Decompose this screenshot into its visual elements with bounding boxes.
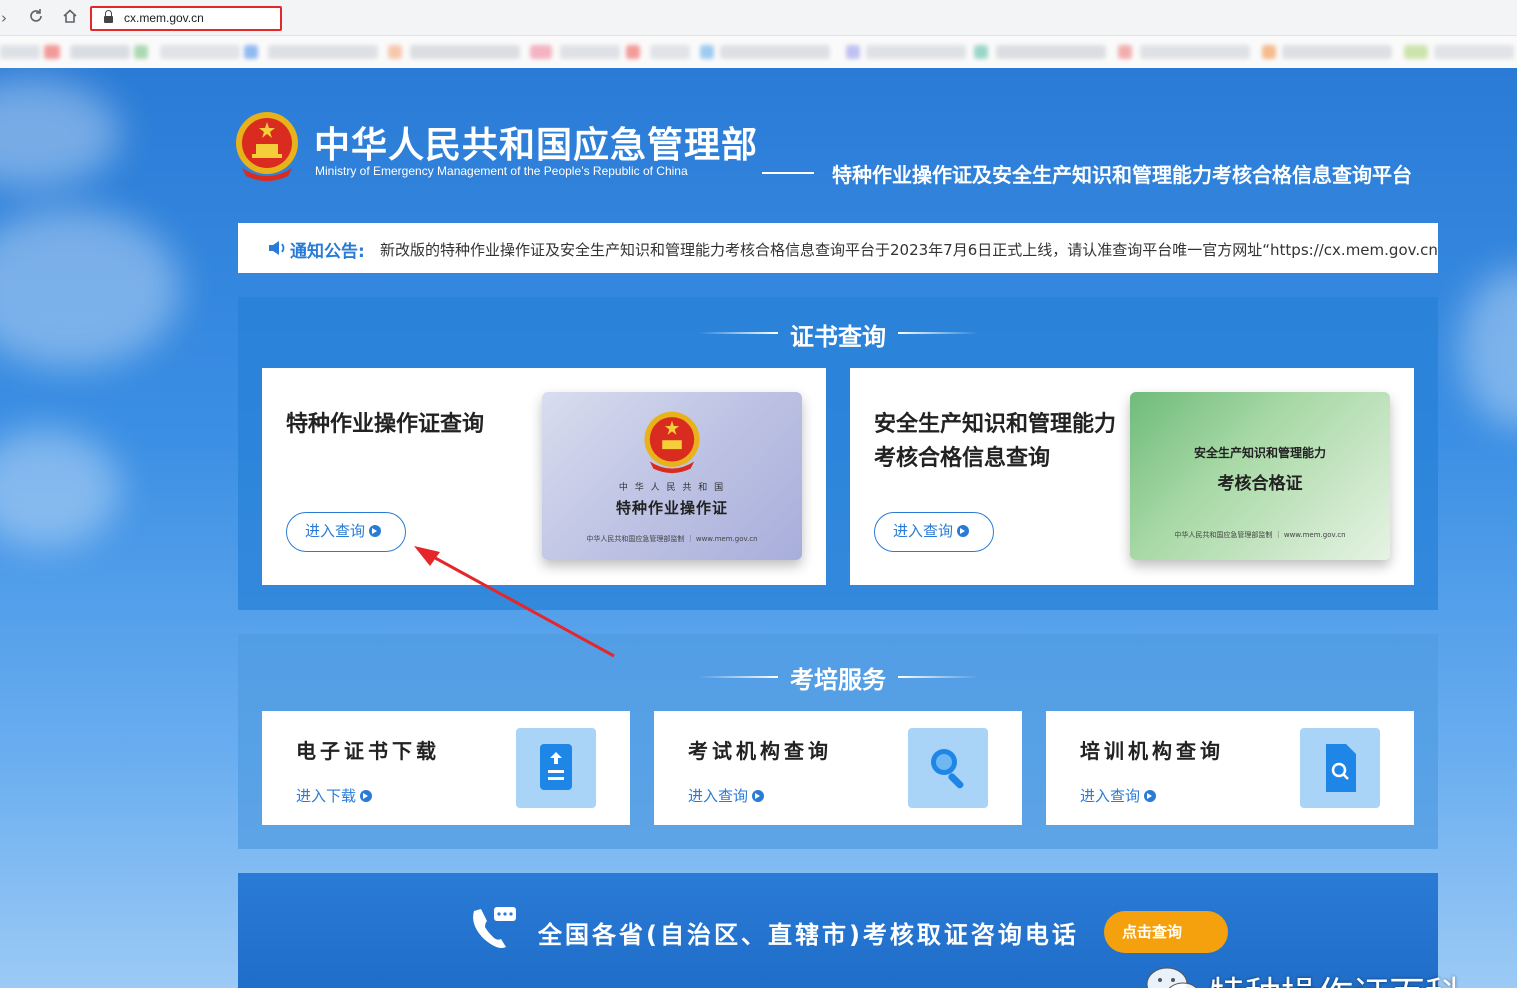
cert-name: 考核合格证 bbox=[1217, 474, 1303, 494]
safety-cert-query-button[interactable]: 进入查询 bbox=[874, 512, 994, 552]
national-emblem-icon bbox=[644, 411, 700, 474]
click-query-button[interactable]: 点击查询 bbox=[1104, 911, 1228, 953]
cert-section-title: 证书查询 bbox=[790, 323, 886, 351]
consultation-phone-title: 全国各省(自治区、直辖市)考核取证咨询电话 bbox=[538, 921, 1079, 949]
reload-icon[interactable] bbox=[26, 8, 46, 28]
button-label: 进入查询 bbox=[893, 522, 954, 540]
speaker-icon bbox=[269, 241, 285, 255]
lock-icon bbox=[104, 10, 113, 23]
cert-top: 安全生产知识和管理能力 bbox=[1193, 446, 1326, 460]
service-title: 电子证书下载 bbox=[296, 739, 440, 763]
exam-institution-card[interactable]: 考试机构查询 进入查询 bbox=[654, 711, 1022, 825]
link-label: 进入查询 bbox=[688, 787, 749, 805]
site-subtitle: Ministry of Emergency Management of the … bbox=[315, 164, 688, 178]
home-icon[interactable] bbox=[60, 8, 80, 28]
special-cert-image: 中 华 人 民 共 和 国 特种作业操作证 中华人民共和国应急管理部监制 ｜ w… bbox=[542, 392, 802, 560]
magnifier-icon bbox=[908, 728, 988, 808]
cert-country: 中 华 人 民 共 和 国 bbox=[618, 483, 726, 493]
bookmarks-bar bbox=[0, 36, 1517, 68]
national-emblem-icon bbox=[236, 112, 298, 181]
safety-cert-image: 安全生产知识和管理能力 考核合格证 中华人民共和国应急管理部监制 ｜ www.m… bbox=[1130, 392, 1390, 560]
back-icon[interactable]: › bbox=[0, 8, 14, 28]
cert-footer: 中华人民共和国应急管理部监制 ｜ www.mem.gov.cn bbox=[1174, 531, 1346, 539]
section-title-line-right bbox=[898, 332, 978, 334]
notice-text[interactable]: 新改版的特种作业操作证及安全生产知识和管理能力考核合格信息查询平台于2023年7… bbox=[380, 239, 1438, 260]
arrow-circle-icon bbox=[957, 524, 970, 537]
download-link[interactable]: 进入下载 bbox=[296, 785, 373, 806]
wechat-icon bbox=[1146, 967, 1198, 988]
e-cert-download-card[interactable]: 电子证书下载 进入下载 bbox=[262, 711, 630, 825]
train-section-title: 考培服务 bbox=[790, 666, 886, 694]
wechat-watermark: 特种操作证百科 bbox=[1143, 960, 1483, 988]
cert-query-section: 证书查询 特种作业操作证查询 进入查询 中 华 人 民 共 和 国 特种作业操作… bbox=[238, 297, 1438, 610]
button-label: 进入查询 bbox=[305, 522, 366, 540]
query-link[interactable]: 进入查询 bbox=[688, 785, 765, 806]
certificate-download-icon bbox=[516, 728, 596, 808]
notice-label: 通知公告: bbox=[290, 242, 365, 262]
service-title: 考试机构查询 bbox=[688, 739, 832, 763]
service-title: 培训机构查询 bbox=[1080, 739, 1224, 763]
special-operation-cert-card: 特种作业操作证查询 进入查询 中 华 人 民 共 和 国 特种作业操作证 中华人… bbox=[262, 368, 826, 585]
training-institution-card[interactable]: 培训机构查询 进入查询 bbox=[1046, 711, 1414, 825]
arrow-circle-icon bbox=[369, 524, 382, 537]
platform-title: 特种作业操作证及安全生产知识和管理能力考核合格信息查询平台 bbox=[832, 163, 1412, 187]
phone-chat-icon bbox=[473, 907, 516, 948]
site-title: 中华人民共和国应急管理部 bbox=[314, 125, 759, 166]
cert-footer: 中华人民共和国应急管理部监制 ｜ www.mem.gov.cn bbox=[586, 535, 758, 543]
address-bar[interactable]: cx.mem.gov.cn bbox=[90, 6, 282, 31]
special-cert-query-button[interactable]: 进入查询 bbox=[286, 512, 406, 552]
card-title-line2: 考核合格信息查询 bbox=[874, 446, 1051, 471]
query-link[interactable]: 进入查询 bbox=[1080, 785, 1157, 806]
browser-toolbar: › cx.mem.gov.cn bbox=[0, 0, 1517, 36]
link-label: 进入查询 bbox=[1080, 787, 1141, 805]
notice-bar: 通知公告: 新改版的特种作业操作证及安全生产知识和管理能力考核合格信息查询平台于… bbox=[238, 223, 1438, 273]
section-title-line-right bbox=[898, 676, 978, 678]
watermark-text: 特种操作证百科 bbox=[1209, 966, 1461, 988]
card-title-line1: 安全生产知识和管理能力 bbox=[874, 412, 1117, 437]
page-body: 中华人民共和国应急管理部 Ministry of Emergency Manag… bbox=[0, 68, 1517, 988]
arrow-circle-icon bbox=[752, 789, 765, 802]
card-title: 特种作业操作证查询 bbox=[286, 412, 485, 437]
header-divider bbox=[762, 172, 814, 174]
link-label: 进入下载 bbox=[296, 787, 357, 805]
training-service-section: 考培服务 电子证书下载 进入下载 考试机构查询 进入查询 培训机构查询 进入查询 bbox=[238, 634, 1438, 849]
cert-name: 特种作业操作证 bbox=[615, 499, 728, 517]
address-url: cx.mem.gov.cn bbox=[124, 11, 204, 25]
document-search-icon bbox=[1300, 728, 1380, 808]
arrow-circle-icon bbox=[1144, 789, 1157, 802]
safety-production-cert-card: 安全生产知识和管理能力 考核合格信息查询 进入查询 安全生产知识和管理能力 考核… bbox=[850, 368, 1414, 585]
arrow-circle-icon bbox=[360, 789, 373, 802]
